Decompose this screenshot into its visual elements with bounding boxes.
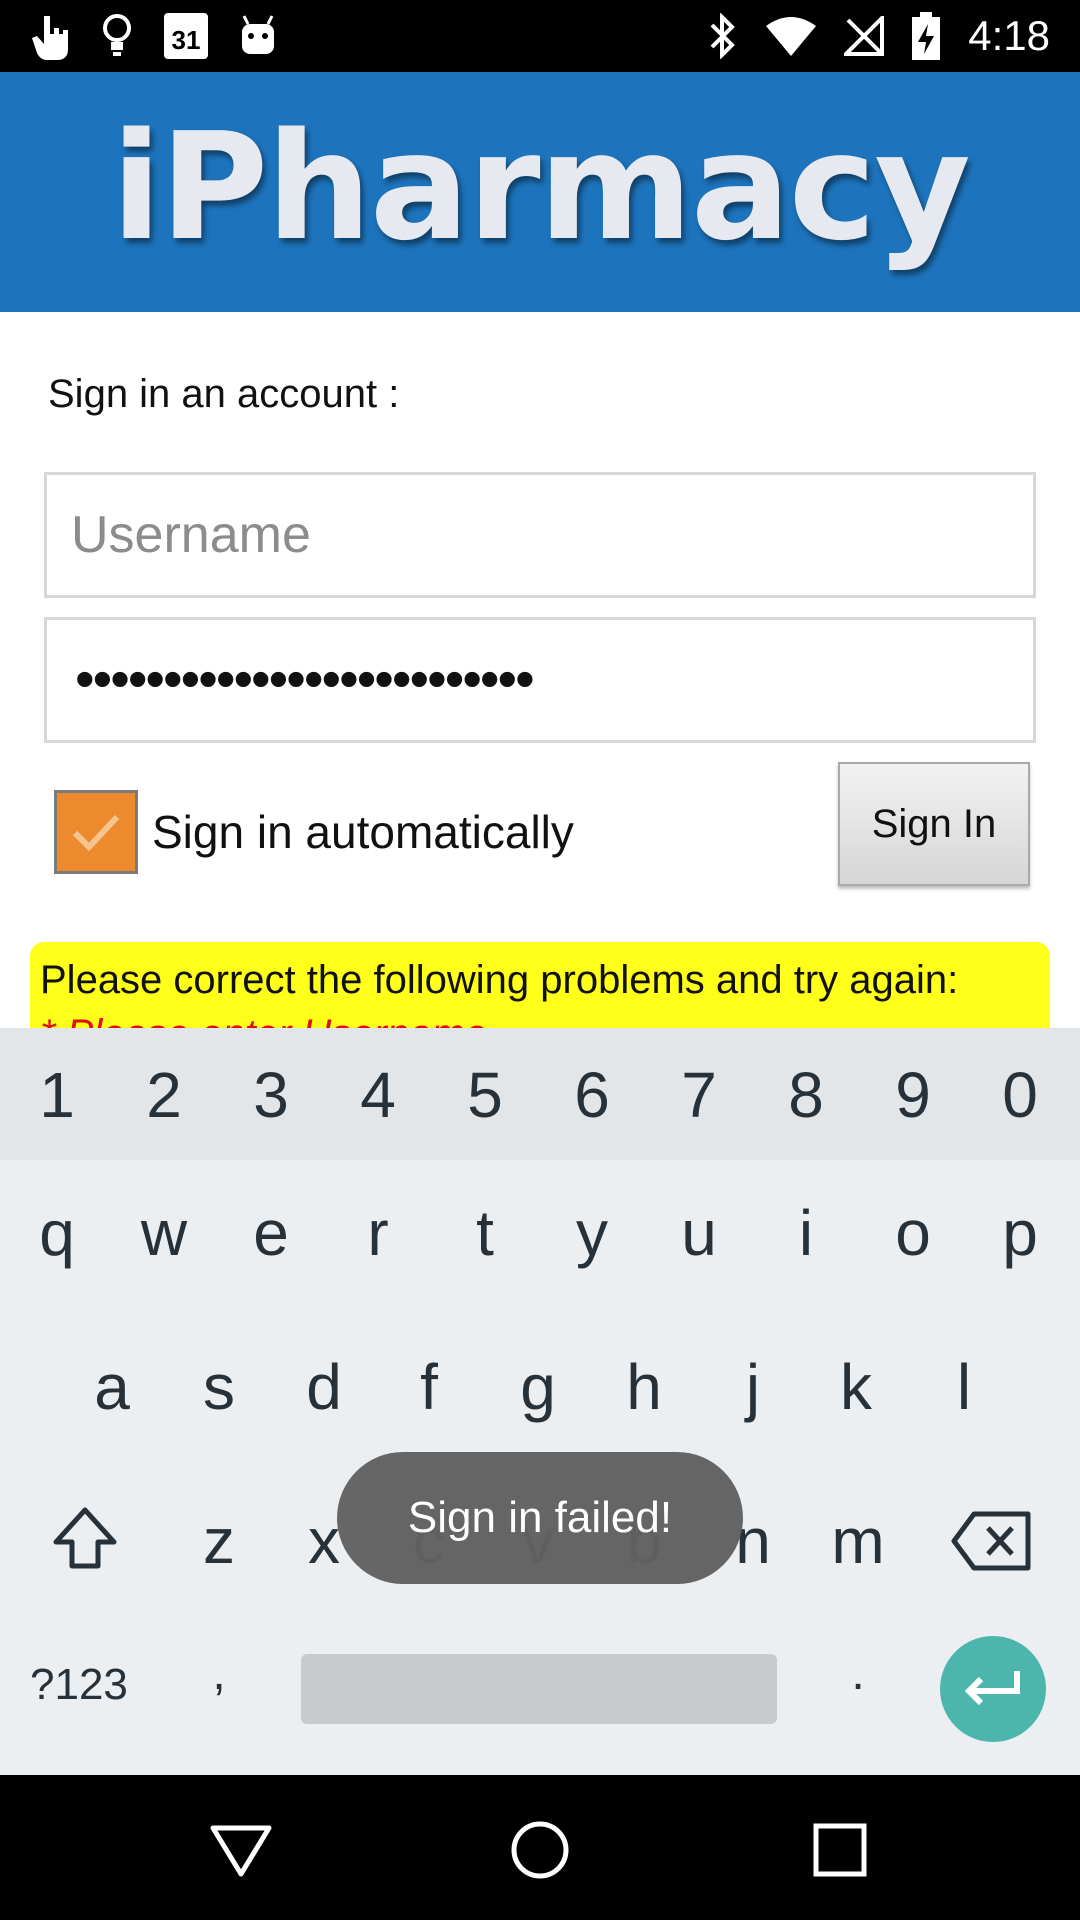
key-7[interactable]: 7 xyxy=(649,1058,749,1132)
key-e[interactable]: e xyxy=(221,1196,321,1270)
key-r[interactable]: r xyxy=(328,1196,428,1270)
key-3[interactable]: 3 xyxy=(221,1058,321,1132)
status-bar: 31 4:18 xyxy=(0,0,1080,72)
calendar-icon: 31 xyxy=(164,13,208,59)
key-u[interactable]: u xyxy=(649,1196,749,1270)
navigation-bar xyxy=(0,1775,1080,1920)
key-a[interactable]: a xyxy=(62,1350,162,1424)
shift-key[interactable] xyxy=(35,1504,135,1589)
key-d[interactable]: d xyxy=(274,1350,374,1424)
app-logo: iPharmacy xyxy=(111,101,971,273)
key-0[interactable]: 0 xyxy=(970,1058,1070,1132)
key-6[interactable]: 6 xyxy=(542,1058,642,1132)
bluetooth-icon xyxy=(710,13,736,59)
signin-button[interactable]: Sign In xyxy=(838,762,1030,886)
wifi-icon xyxy=(766,17,817,56)
key-8[interactable]: 8 xyxy=(756,1058,856,1132)
clock: 4:18 xyxy=(968,12,1050,59)
enter-icon xyxy=(964,1671,1020,1706)
error-message: Please correct the following problems an… xyxy=(40,958,959,1002)
no-signal-icon xyxy=(844,16,885,56)
username-field-container xyxy=(44,472,1036,598)
key-j[interactable]: j xyxy=(703,1350,803,1424)
notification-icons: 31 xyxy=(30,10,278,62)
enter-key[interactable] xyxy=(940,1636,1046,1742)
key-2[interactable]: 2 xyxy=(114,1058,214,1132)
key-k[interactable]: k xyxy=(806,1350,906,1424)
period-key[interactable]: . xyxy=(808,1646,908,1701)
touch-icon xyxy=(32,16,68,60)
backspace-key[interactable] xyxy=(942,1510,1042,1587)
username-input[interactable] xyxy=(47,475,1033,595)
auto-signin-label[interactable]: Sign in automatically xyxy=(152,805,574,859)
symbols-key[interactable]: ?123 xyxy=(30,1660,128,1710)
lightbulb-icon xyxy=(103,14,131,56)
comma-key[interactable]: , xyxy=(169,1646,269,1701)
home-icon xyxy=(511,1821,569,1879)
key-o[interactable]: o xyxy=(863,1196,963,1270)
back-icon xyxy=(210,1825,272,1877)
android-icon xyxy=(242,15,274,54)
signin-prompt: Sign in an account : xyxy=(48,372,400,416)
key-4[interactable]: 4 xyxy=(328,1058,428,1132)
back-button[interactable] xyxy=(206,1815,276,1885)
key-m[interactable]: m xyxy=(808,1504,908,1578)
toast-message: Sign in failed! xyxy=(337,1452,743,1584)
key-p[interactable]: p xyxy=(970,1196,1070,1270)
password-input[interactable]: •••••••••••••••••••••••••• xyxy=(75,646,535,711)
key-y[interactable]: y xyxy=(542,1196,642,1270)
system-icons: 4:18 xyxy=(708,10,1050,62)
key-t[interactable]: t xyxy=(435,1196,535,1270)
key-q[interactable]: q xyxy=(7,1196,107,1270)
calendar-day: 31 xyxy=(171,25,201,55)
key-w[interactable]: w xyxy=(114,1196,214,1270)
shift-icon xyxy=(53,1507,117,1569)
recents-icon xyxy=(813,1823,867,1877)
key-s[interactable]: s xyxy=(169,1350,269,1424)
key-f[interactable]: f xyxy=(379,1350,479,1424)
key-g[interactable]: g xyxy=(488,1350,588,1424)
app-banner: iPharmacy xyxy=(0,72,1080,312)
key-i[interactable]: i xyxy=(756,1196,856,1270)
password-field-container: •••••••••••••••••••••••••• xyxy=(44,617,1036,743)
soft-keyboard: 1 2 3 4 5 6 7 8 9 0 q w e r t y u i o p … xyxy=(0,1028,1080,1775)
number-row: 1 2 3 4 5 6 7 8 9 0 xyxy=(0,1028,1080,1160)
key-5[interactable]: 5 xyxy=(435,1058,535,1132)
key-l[interactable]: l xyxy=(914,1350,1014,1424)
home-button[interactable] xyxy=(505,1815,575,1885)
key-z[interactable]: z xyxy=(169,1504,269,1578)
space-bar[interactable] xyxy=(301,1654,777,1724)
key-h[interactable]: h xyxy=(594,1350,694,1424)
battery-charging-icon xyxy=(912,12,941,60)
checkmark-icon xyxy=(72,814,120,852)
recents-button[interactable] xyxy=(805,1815,875,1885)
backspace-icon xyxy=(951,1511,1031,1571)
key-9[interactable]: 9 xyxy=(863,1058,963,1132)
key-1[interactable]: 1 xyxy=(7,1058,107,1132)
auto-signin-checkbox[interactable] xyxy=(54,790,138,874)
